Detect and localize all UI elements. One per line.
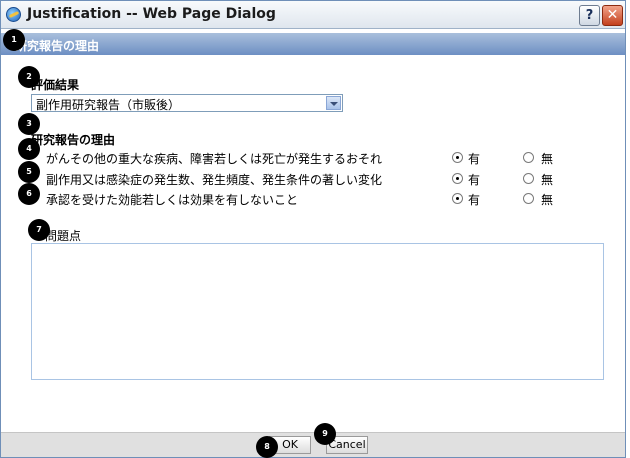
reason-1-no-label: 無	[541, 152, 554, 166]
reason-3-yes-radio[interactable]	[452, 193, 463, 204]
annotation-badge-3: 3	[18, 113, 40, 135]
evaluation-select-value: 副作用研究報告（市販後）	[36, 98, 181, 112]
chevron-down-icon[interactable]	[326, 96, 341, 110]
annotation-badge-4: 4	[18, 138, 40, 160]
annotation-badge-8: 8	[256, 436, 278, 458]
annotation-badge-6: 6	[18, 183, 40, 205]
footer-bar	[1, 432, 625, 457]
annotation-badge-5: 5	[18, 161, 40, 183]
window-title: Justification -- Web Page Dialog	[27, 6, 276, 22]
reason-text-1: がんその他の重大な疾病、障害若しくは死亡が発生するおそれ	[46, 152, 383, 166]
internet-explorer-icon	[6, 7, 21, 22]
annotation-badge-2: 2	[18, 66, 40, 88]
reason-1-yes-label: 有	[468, 152, 481, 166]
reason-3-no-radio[interactable]	[523, 193, 534, 204]
reason-1-no-radio[interactable]	[523, 152, 534, 163]
reasons-label: 研究報告の理由	[31, 133, 116, 147]
annotation-badge-7: 7	[28, 219, 50, 241]
dialog-window: Justification -- Web Page Dialog ? ✕ 研究報…	[0, 0, 626, 458]
reason-text-2: 副作用又は感染症の発生数、発生頻度、発生条件の著しい変化	[46, 173, 383, 187]
annotation-badge-9: 9	[314, 423, 336, 445]
reason-2-yes-radio[interactable]	[452, 173, 463, 184]
help-button[interactable]: ?	[579, 5, 600, 26]
reason-2-no-label: 無	[541, 173, 554, 187]
reason-3-no-label: 無	[541, 193, 554, 207]
annotation-badge-1: 1	[3, 29, 25, 51]
close-button[interactable]: ✕	[602, 5, 623, 26]
evaluation-select[interactable]: 副作用研究報告（市販後）	[31, 94, 343, 112]
reason-text-3: 承認を受けた効能若しくは効果を有しないこと	[46, 193, 299, 207]
issues-label: 問題点	[45, 229, 82, 243]
reason-3-yes-label: 有	[468, 193, 481, 207]
section-header: 研究報告の理由	[1, 33, 625, 55]
reason-2-no-radio[interactable]	[523, 173, 534, 184]
issues-textarea[interactable]	[31, 243, 604, 380]
reason-2-yes-label: 有	[468, 173, 481, 187]
section-header-title: 研究報告の理由	[15, 39, 100, 53]
reason-1-yes-radio[interactable]	[452, 152, 463, 163]
title-bar[interactable]: Justification -- Web Page Dialog ? ✕	[1, 1, 625, 29]
